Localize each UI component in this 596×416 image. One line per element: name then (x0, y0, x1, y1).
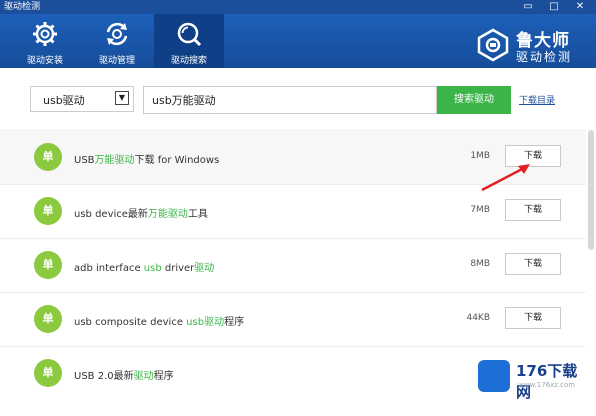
tab-driver-manage[interactable]: 驱动管理 (82, 14, 152, 68)
package-badge-icon: 单 (34, 251, 62, 279)
result-title[interactable]: usb composite device usb驱动程序 (74, 313, 244, 328)
search-icon (177, 22, 202, 47)
download-directory-link[interactable]: 下载目录 (519, 93, 555, 106)
package-badge-icon: 单 (34, 305, 62, 333)
list-item[interactable]: 单 adb interface usb driver驱动 8MB 下载 (0, 238, 586, 292)
category-select[interactable]: usb驱动 ▼ (30, 86, 134, 112)
package-badge-icon: 单 (34, 143, 62, 171)
window-title: 驱动检测 (4, 2, 41, 12)
package-badge-icon: 单 (34, 359, 62, 387)
category-value: usb驱动 (43, 94, 85, 107)
file-size: 8MB (470, 259, 490, 269)
download-button[interactable]: 下载 (505, 307, 561, 329)
download-button[interactable]: 下载 (505, 253, 561, 275)
result-title[interactable]: adb interface usb driver驱动 (74, 259, 214, 274)
result-title[interactable]: USB万能驱动下载 for Windows (74, 151, 219, 166)
file-size: 7MB (470, 205, 490, 215)
tab-label: 驱动安装 (26, 56, 63, 66)
maximize-button[interactable]: □ (546, 0, 562, 14)
brand-subtitle: 驱动检测 (516, 50, 573, 64)
brand-logo: 鲁大师 驱动检测 (476, 24, 586, 66)
download-button[interactable]: 下载 (505, 199, 561, 221)
tab-driver-install[interactable]: 驱动安装 (10, 14, 80, 68)
search-driver-button[interactable]: 搜索驱动 (437, 86, 511, 114)
chevron-down-icon[interactable]: ▼ (115, 91, 129, 105)
tab-driver-search[interactable]: 驱动搜索 (154, 14, 224, 68)
list-item[interactable]: 单 usb composite device usb驱动程序 44KB 下载 (0, 292, 586, 346)
watermark-logo: 176下载网 www.176xz.com (478, 356, 588, 401)
tab-label: 驱动管理 (98, 56, 135, 66)
gear-icon (33, 22, 57, 46)
result-title[interactable]: USB 2.0最新驱动程序 (74, 367, 174, 382)
refresh-gear-icon (106, 22, 128, 46)
watermark-url: www.176xz.com (518, 381, 576, 389)
close-button[interactable]: ✕ (572, 0, 588, 14)
tab-label: 驱动搜索 (170, 56, 207, 66)
minimize-button[interactable]: ▭ (520, 0, 536, 14)
red-arrow-annotation (481, 164, 530, 192)
window-title-bar: 驱动检测 (0, 0, 596, 14)
ludashi-logo-icon (477, 28, 509, 62)
header-nav-bar: 驱动安装 驱动管理 驱动搜索 鲁大师 驱动检测 (0, 14, 596, 68)
result-title[interactable]: usb device最新万能驱动工具 (74, 205, 208, 220)
search-input[interactable] (143, 86, 437, 114)
scrollbar-thumb[interactable] (588, 130, 594, 250)
package-badge-icon: 单 (34, 197, 62, 225)
cube-logo-icon (478, 360, 510, 392)
file-size: 44KB (466, 313, 490, 323)
